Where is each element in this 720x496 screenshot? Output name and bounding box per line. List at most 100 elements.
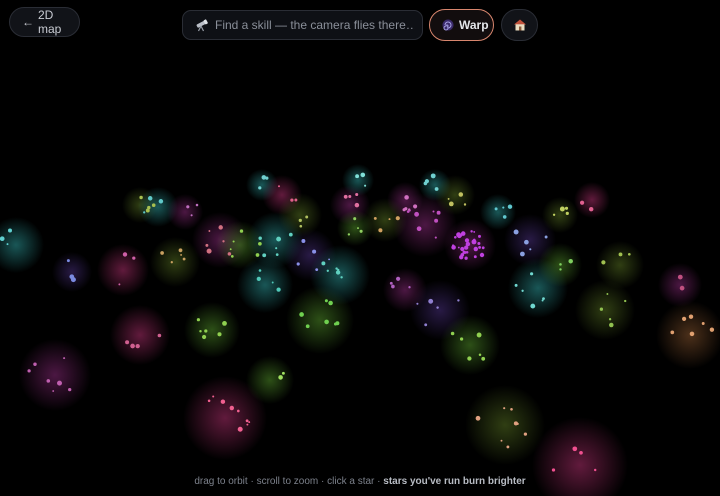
skill-star[interactable]	[404, 207, 408, 211]
skill-star[interactable]	[205, 243, 209, 247]
skill-star[interactable]	[530, 272, 534, 276]
skill-star[interactable]	[348, 194, 352, 199]
skill-star[interactable]	[276, 287, 281, 292]
skill-star[interactable]	[434, 218, 439, 223]
skill-star[interactable]	[301, 239, 306, 243]
skill-star[interactable]	[343, 194, 348, 199]
skill-star[interactable]	[478, 353, 482, 357]
skill-star[interactable]	[326, 269, 329, 272]
skill-star[interactable]	[196, 318, 200, 322]
skill-star[interactable]	[451, 245, 456, 250]
skill-star[interactable]	[473, 255, 477, 259]
skill-star[interactable]	[328, 258, 331, 261]
skill-search-box[interactable]	[182, 10, 423, 40]
skill-star[interactable]	[542, 297, 545, 300]
skill-star[interactable]	[324, 319, 329, 325]
skill-star[interactable]	[430, 173, 436, 179]
skill-star[interactable]	[275, 253, 279, 256]
skill-star[interactable]	[151, 203, 156, 207]
skill-star[interactable]	[8, 228, 12, 233]
skill-star[interactable]	[514, 283, 518, 287]
skill-star[interactable]	[122, 252, 128, 257]
skill-star[interactable]	[679, 285, 685, 291]
skill-star[interactable]	[220, 399, 226, 404]
skill-star[interactable]	[424, 323, 428, 327]
skill-star[interactable]	[457, 299, 460, 302]
skill-star[interactable]	[299, 312, 304, 317]
skill-star[interactable]	[459, 255, 464, 260]
skill-star[interactable]	[510, 407, 513, 411]
skill-star[interactable]	[232, 240, 235, 243]
skill-star[interactable]	[494, 207, 498, 211]
skill-star[interactable]	[408, 209, 411, 212]
skill-star[interactable]	[670, 330, 675, 335]
skill-star[interactable]	[564, 206, 569, 210]
skill-star[interactable]	[701, 322, 705, 325]
skill-star[interactable]	[688, 314, 694, 319]
skill-star[interactable]	[609, 322, 614, 328]
skill-star[interactable]	[160, 251, 164, 255]
skill-star[interactable]	[473, 246, 479, 252]
star-map-viewport[interactable]: ← 2D map Warp	[0, 0, 720, 496]
skill-star[interactable]	[359, 229, 363, 233]
skill-star[interactable]	[186, 205, 190, 209]
skill-star[interactable]	[551, 468, 556, 472]
skill-star[interactable]	[312, 249, 317, 254]
skill-star[interactable]	[305, 324, 310, 329]
skill-star[interactable]	[502, 215, 507, 219]
skill-star[interactable]	[479, 252, 485, 258]
skill-star[interactable]	[465, 251, 469, 254]
skill-star[interactable]	[299, 224, 303, 228]
skill-star[interactable]	[261, 175, 267, 180]
skill-star[interactable]	[454, 236, 457, 239]
skill-star[interactable]	[477, 241, 481, 246]
warp-button[interactable]: Warp	[429, 9, 494, 41]
skill-star[interactable]	[436, 210, 441, 215]
skill-star[interactable]	[424, 179, 429, 184]
skill-star[interactable]	[157, 333, 162, 338]
skill-star[interactable]	[503, 407, 506, 410]
skill-star[interactable]	[258, 241, 262, 246]
skill-star[interactable]	[277, 185, 281, 188]
skill-star[interactable]	[294, 198, 298, 202]
skill-star[interactable]	[355, 174, 360, 179]
skill-star[interactable]	[391, 284, 395, 289]
skill-star[interactable]	[388, 218, 391, 221]
skill-star[interactable]	[256, 276, 261, 282]
skill-star[interactable]	[353, 217, 357, 221]
skill-star[interactable]	[460, 246, 465, 252]
skill-star[interactable]	[373, 216, 377, 220]
skill-star[interactable]	[460, 231, 466, 236]
skill-star[interactable]	[481, 356, 486, 361]
skill-star[interactable]	[46, 379, 51, 383]
skill-star[interactable]	[276, 236, 282, 242]
skill-star[interactable]	[450, 331, 455, 336]
skill-star[interactable]	[347, 233, 351, 236]
skill-star[interactable]	[593, 468, 597, 472]
skill-star[interactable]	[524, 239, 529, 245]
skill-star[interactable]	[601, 260, 606, 265]
skill-star[interactable]	[262, 253, 267, 258]
skill-star[interactable]	[139, 195, 143, 200]
skill-star[interactable]	[416, 226, 422, 232]
skill-star[interactable]	[143, 211, 146, 214]
skill-star[interactable]	[464, 256, 468, 260]
skill-star[interactable]	[69, 274, 75, 280]
skill-star[interactable]	[207, 399, 211, 403]
skill-star[interactable]	[68, 387, 72, 392]
skill-star[interactable]	[118, 283, 121, 286]
skill-star[interactable]	[275, 247, 278, 250]
search-input[interactable]	[209, 18, 415, 32]
skill-star[interactable]	[464, 245, 469, 250]
skill-star[interactable]	[476, 332, 482, 338]
skill-star[interactable]	[414, 211, 420, 217]
skill-star[interactable]	[66, 259, 70, 263]
skill-star[interactable]	[478, 245, 482, 249]
skill-star[interactable]	[579, 200, 585, 205]
skill-star[interactable]	[627, 252, 631, 256]
home-button[interactable]	[501, 9, 538, 41]
skill-star[interactable]	[315, 268, 319, 272]
skill-star[interactable]	[481, 246, 485, 250]
skill-star[interactable]	[448, 201, 454, 207]
skill-star[interactable]	[507, 204, 513, 209]
